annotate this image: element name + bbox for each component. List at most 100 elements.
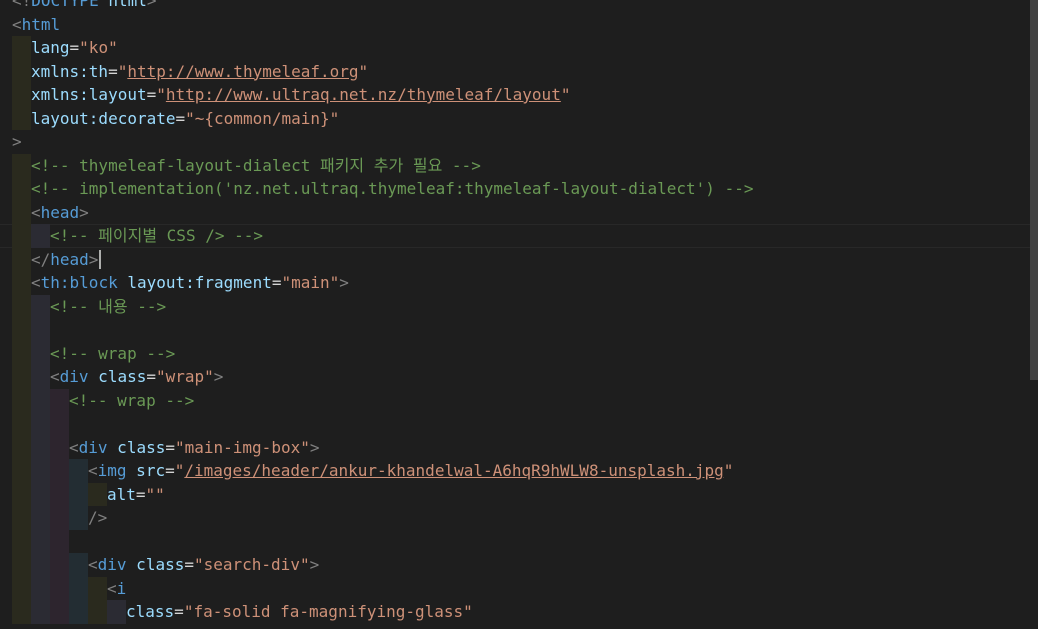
code-line[interactable]: </head> bbox=[0, 247, 1030, 271]
indent-guide bbox=[88, 482, 107, 506]
code-token: > bbox=[309, 555, 320, 574]
code-line[interactable]: <img src="/images/header/ankur-khandelwa… bbox=[0, 459, 1030, 483]
indent-guide bbox=[12, 83, 31, 107]
code-line[interactable]: <!-- wrap --> bbox=[0, 341, 1030, 365]
code-text: <div class="main-img-box"> bbox=[69, 436, 319, 460]
code-line[interactable]: <!DOCTYPE html> bbox=[0, 0, 1030, 13]
code-token: < bbox=[88, 555, 98, 574]
code-line[interactable]: > bbox=[0, 130, 1030, 154]
code-token: DOCTYPE bbox=[31, 0, 99, 10]
code-token: html bbox=[21, 14, 61, 34]
code-token: < bbox=[12, 14, 22, 34]
code-token: xmlns:th bbox=[31, 61, 109, 81]
code-token: = bbox=[108, 61, 118, 81]
code-token: <!-- 내용 --> bbox=[50, 296, 167, 316]
indent-guide bbox=[69, 576, 88, 600]
code-line[interactable]: class="fa-solid fa-magnifying-glass" bbox=[0, 600, 1030, 624]
indent-guide bbox=[12, 247, 31, 271]
code-line[interactable]: <html bbox=[0, 13, 1030, 37]
indent-guide bbox=[31, 600, 50, 624]
code-token: = bbox=[184, 555, 194, 574]
code-token: i bbox=[116, 578, 127, 598]
code-token: < bbox=[69, 437, 79, 457]
code-line[interactable]: <!-- wrap --> bbox=[0, 388, 1030, 412]
code-line[interactable]: <div class="main-img-box"> bbox=[0, 435, 1030, 460]
indent-guide bbox=[12, 553, 31, 577]
code-text: xmlns:th="http://www.thymeleaf.org" bbox=[31, 60, 368, 84]
indent-guide bbox=[12, 365, 31, 389]
code-token: = bbox=[175, 108, 186, 128]
code-token: layout:decorate bbox=[31, 108, 176, 128]
code-token: = bbox=[146, 85, 157, 104]
code-line[interactable]: layout:decorate="~{common/main}" bbox=[0, 106, 1030, 130]
indent-guide bbox=[12, 271, 31, 295]
code-token: layout:fragment bbox=[117, 273, 272, 292]
code-token: " bbox=[358, 61, 369, 81]
code-line[interactable]: <i bbox=[0, 576, 1030, 600]
code-token: > bbox=[146, 0, 157, 10]
indent-guide bbox=[31, 224, 50, 248]
indent-guide bbox=[12, 36, 31, 60]
code-line[interactable]: <head> bbox=[0, 200, 1030, 224]
code-token: < bbox=[88, 461, 98, 480]
code-token: = bbox=[165, 461, 175, 480]
indent-guide bbox=[50, 412, 69, 436]
indent-guide bbox=[12, 200, 31, 224]
indent-guide bbox=[12, 435, 31, 459]
indent-guide bbox=[50, 600, 69, 624]
code-line[interactable]: <!-- 페이지별 CSS /> --> bbox=[0, 224, 1030, 248]
indent-guide bbox=[69, 459, 88, 483]
code-token: <!-- implementation('nz.net.ultraq.thyme… bbox=[31, 179, 754, 198]
code-token: > bbox=[12, 132, 22, 151]
code-token: class bbox=[126, 555, 185, 574]
indent-guide bbox=[88, 576, 107, 600]
indent-guide bbox=[12, 318, 31, 342]
code-line[interactable]: <div class="search-div"> bbox=[0, 553, 1030, 577]
code-text: <th:block layout:fragment="main"> bbox=[31, 271, 349, 295]
code-token: "ko" bbox=[79, 38, 118, 57]
code-token: " bbox=[156, 85, 166, 104]
indent-guide bbox=[50, 506, 69, 530]
code-text: <!-- 페이지별 CSS /> --> bbox=[50, 224, 263, 248]
code-text: xmlns:layout="http://www.ultraq.net.nz/t… bbox=[31, 83, 570, 107]
indent-guide bbox=[12, 294, 31, 318]
code-line[interactable]: <!-- thymeleaf-layout-dialect 패키지 추가 필요 … bbox=[0, 153, 1030, 177]
vertical-scrollbar[interactable] bbox=[1030, 0, 1038, 618]
code-token: "fa-solid fa-magnifying-glass" bbox=[183, 602, 473, 621]
code-line[interactable]: <div class="wrap"> bbox=[0, 365, 1030, 389]
indent-guide bbox=[69, 600, 88, 624]
code-line[interactable]: /> bbox=[0, 506, 1030, 530]
indent-guide bbox=[12, 153, 31, 177]
code-line[interactable]: <!-- 내용 --> bbox=[0, 294, 1030, 318]
code-line[interactable] bbox=[0, 318, 1030, 342]
indent-guide bbox=[12, 576, 31, 600]
code-line[interactable]: <!-- implementation('nz.net.ultraq.thyme… bbox=[0, 177, 1030, 201]
code-token: http://www.thymeleaf.org bbox=[127, 61, 359, 81]
code-token: > bbox=[88, 249, 99, 269]
code-text: lang="ko" bbox=[31, 36, 118, 60]
code-line[interactable] bbox=[0, 412, 1030, 436]
code-line[interactable]: xmlns:layout="http://www.ultraq.net.nz/t… bbox=[0, 83, 1030, 107]
code-line[interactable]: xmlns:th="http://www.thymeleaf.org" bbox=[0, 59, 1030, 84]
code-text: class="fa-solid fa-magnifying-glass" bbox=[126, 600, 473, 624]
code-line[interactable]: alt="" bbox=[0, 482, 1030, 506]
code-token: src bbox=[126, 461, 166, 480]
scrollbar-thumb[interactable] bbox=[1030, 0, 1038, 380]
code-token: "wrap" bbox=[155, 367, 214, 386]
code-token: div bbox=[59, 367, 89, 386]
code-line[interactable]: <th:block layout:fragment="main"> bbox=[0, 271, 1030, 295]
code-token: " bbox=[117, 61, 128, 81]
code-token: head bbox=[40, 202, 80, 222]
code-token: class bbox=[126, 602, 175, 621]
code-token: " bbox=[560, 85, 571, 104]
code-line[interactable] bbox=[0, 529, 1030, 553]
code-token: img bbox=[97, 461, 127, 480]
indent-guide bbox=[12, 482, 31, 506]
code-token: > bbox=[213, 367, 224, 386]
indent-guide bbox=[12, 600, 31, 624]
code-token: alt bbox=[107, 484, 136, 504]
code-token: xmlns:layout bbox=[31, 85, 147, 104]
code-line[interactable]: lang="ko" bbox=[0, 36, 1030, 60]
code-editor[interactable]: <!DOCTYPE html> <html lang="ko" xmlns:th="h… bbox=[0, 0, 1030, 629]
indent-guide bbox=[31, 435, 50, 459]
